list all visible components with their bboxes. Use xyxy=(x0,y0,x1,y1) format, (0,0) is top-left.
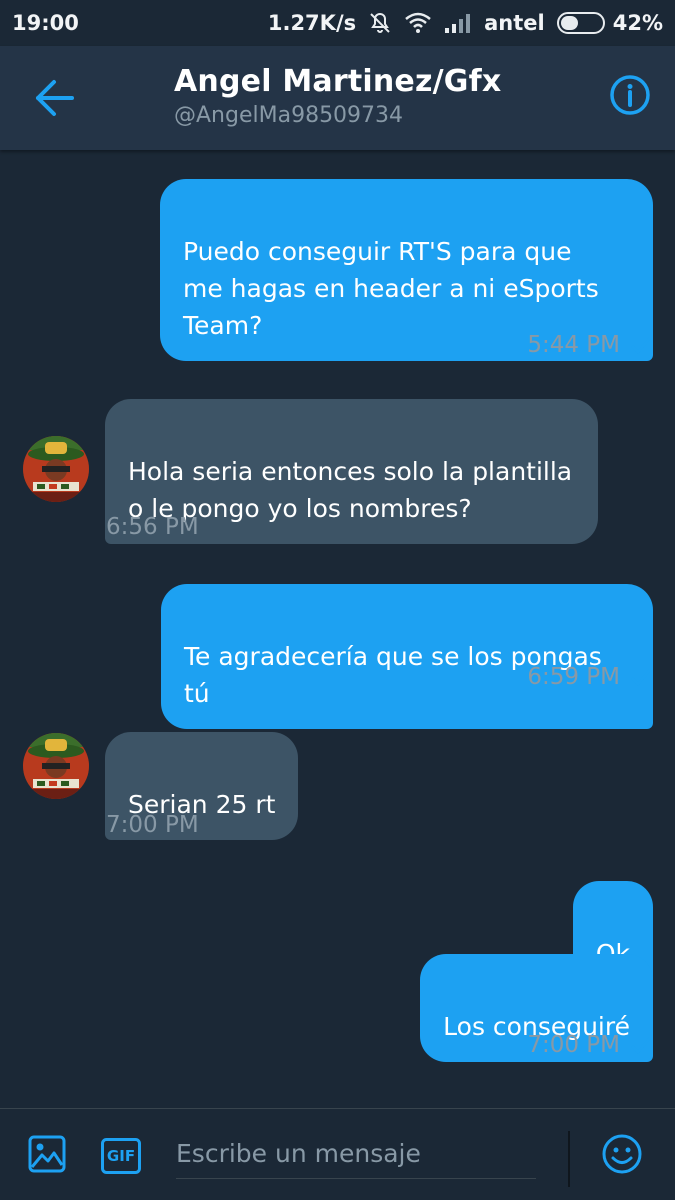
add-photo-button[interactable] xyxy=(28,1135,66,1177)
image-icon xyxy=(28,1135,66,1177)
contact-name: Angel Martinez/Gfx xyxy=(174,64,502,99)
info-circle-icon xyxy=(609,75,651,120)
emoji-button[interactable] xyxy=(601,1133,643,1179)
checkmark-icon xyxy=(630,1035,652,1055)
gif-label: GIF xyxy=(106,1147,136,1165)
battery-indicator: 42% xyxy=(556,11,663,35)
gif-button[interactable]: GIF xyxy=(101,1138,141,1178)
sent-message-bubble[interactable]: Te agradecería que se los pongas tú xyxy=(161,584,653,729)
contact-handle: @AngelMa98509734 xyxy=(174,103,404,128)
message-timestamp: 7:00 PM xyxy=(527,1032,652,1058)
message-timestamp: 5:44 PM xyxy=(527,332,652,358)
arrow-left-icon xyxy=(32,80,76,122)
composer-divider xyxy=(568,1131,570,1187)
battery-icon xyxy=(556,12,605,34)
checkmark-icon xyxy=(630,667,652,687)
conversation-header: Angel Martinez/Gfx @AngelMa98509734 xyxy=(0,46,675,150)
checkmark-icon xyxy=(630,335,652,355)
bell-muted-icon xyxy=(368,11,392,35)
back-button[interactable] xyxy=(32,78,80,118)
conversation-title[interactable]: Angel Martinez/Gfx @AngelMa98509734 xyxy=(174,64,501,128)
avatar[interactable] xyxy=(23,436,89,502)
message-timestamp: 6:59 PM xyxy=(527,664,652,690)
info-button[interactable] xyxy=(609,74,651,116)
network-speed: 1.27K/s xyxy=(267,11,357,35)
message-input[interactable] xyxy=(176,1129,536,1179)
smiley-icon xyxy=(601,1134,643,1179)
status-bar: 19:00 1.27K/s antel 42% xyxy=(0,0,675,46)
message-text: Puedo conseguir RT'S para que me hagas e… xyxy=(183,237,599,340)
status-time: 19:00 xyxy=(12,11,79,35)
signal-icon xyxy=(444,12,472,34)
carrier-name: antel xyxy=(484,11,545,35)
message-timestamp: 7:00 PM xyxy=(106,812,199,838)
message-timestamp: 6:56 PM xyxy=(106,514,199,540)
avatar[interactable] xyxy=(23,733,89,799)
message-composer: GIF xyxy=(0,1108,675,1200)
wifi-icon xyxy=(404,12,432,34)
battery-percent: 42% xyxy=(612,11,663,35)
message-list[interactable]: Puedo conseguir RT'S para que me hagas e… xyxy=(0,150,675,1108)
